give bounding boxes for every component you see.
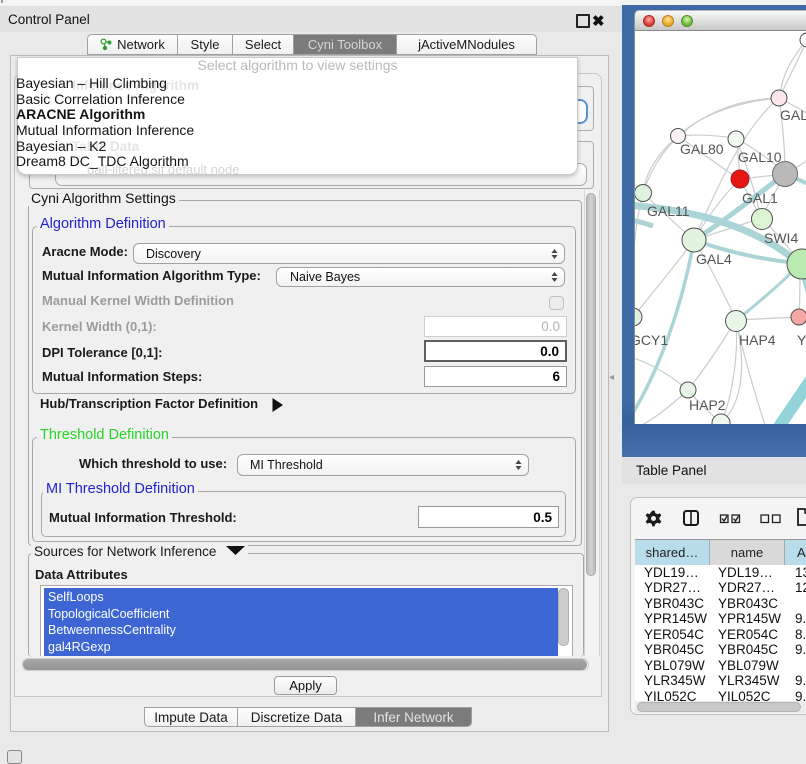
svg-text:GAL: GAL (780, 107, 806, 123)
svg-text:GAL11: GAL11 (647, 203, 690, 219)
svg-text:GAL10: GAL10 (738, 149, 782, 165)
svg-text:HAP4: HAP4 (739, 332, 776, 348)
svg-text:Y: Y (797, 332, 806, 348)
svg-text:GAL80: GAL80 (680, 141, 724, 157)
svg-text:HAP2: HAP2 (689, 397, 726, 413)
svg-text:GAL1: GAL1 (742, 190, 778, 206)
svg-text:SWI4: SWI4 (764, 230, 798, 246)
svg-text:GCY1: GCY1 (635, 332, 668, 348)
svg-text:GAL4: GAL4 (696, 251, 732, 267)
